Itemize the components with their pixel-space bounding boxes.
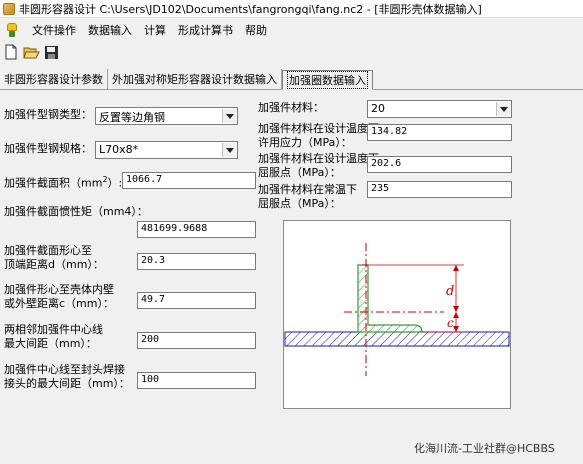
title-bar: 非圆形容器设计 C:\Users\JD102\Documents\fangron… bbox=[0, 0, 583, 18]
angle-section-drawing: d c bbox=[284, 243, 510, 376]
tab-stiffener-input[interactable]: 加强圈数据输入 bbox=[282, 70, 373, 90]
menu-calculate[interactable]: 计算 bbox=[138, 22, 172, 38]
menu-bar: 文件操作 数据输入 计算 形成计算书 帮助 bbox=[0, 19, 583, 40]
chevron-down-icon[interactable] bbox=[496, 102, 510, 116]
spacing-field[interactable]: 200 bbox=[137, 332, 256, 349]
material-select[interactable]: 20 bbox=[367, 100, 512, 118]
centroid-wall-field[interactable]: 49.7 bbox=[137, 292, 256, 309]
centroid-top-field[interactable]: 20.3 bbox=[137, 253, 256, 270]
new-file-icon[interactable] bbox=[2, 43, 20, 61]
window-title: 非圆形容器设计 C:\Users\JD102\Documents\fangron… bbox=[19, 2, 482, 16]
steel-type-select[interactable]: 反置等边角钢 bbox=[95, 107, 238, 125]
chevron-down-icon[interactable] bbox=[222, 143, 236, 157]
steel-spec-label: 加强件型钢规格： bbox=[4, 142, 92, 155]
menu-help[interactable]: 帮助 bbox=[239, 22, 273, 38]
menu-data-input[interactable]: 数据输入 bbox=[82, 22, 138, 38]
mdi-logo-icon[interactable] bbox=[4, 22, 20, 38]
dim-c-label: c bbox=[447, 316, 454, 330]
tab-rect-vessel-input[interactable]: 外加强对称矩形容器设计数据输入 bbox=[108, 69, 282, 89]
save-disk-icon[interactable] bbox=[42, 43, 60, 61]
spacing-label: 两相邻加强件中心线 最大间距（mm）： bbox=[4, 323, 103, 350]
tab-noncircular-params[interactable]: 非圆形容器设计参数 bbox=[0, 69, 108, 89]
watermark-text: 化海川流-工业社群@HCBBS bbox=[414, 442, 555, 455]
steel-spec-select[interactable]: L70x8* bbox=[95, 141, 238, 159]
yield-room-label: 加强件材料在常温下 屈服点（MPa）： bbox=[258, 183, 357, 210]
app-icon bbox=[3, 2, 15, 15]
menu-file[interactable]: 文件操作 bbox=[26, 22, 82, 38]
yield-design-label: 加强件材料在设计温度下 屈服点（MPa）： bbox=[258, 152, 379, 179]
inertia-label: 加强件截面惯性矩（mm4）： bbox=[4, 205, 148, 218]
yield-room-field[interactable]: 235 bbox=[367, 181, 512, 198]
area-field[interactable]: 1066.7 bbox=[122, 172, 256, 189]
area-label: 加强件截面积（mm2）: bbox=[4, 175, 123, 190]
yield-design-field[interactable]: 202.6 bbox=[367, 156, 512, 173]
inertia-field[interactable]: 481699.9688 bbox=[137, 221, 256, 238]
toolbar bbox=[0, 41, 583, 63]
weld-spacing-label: 加强件中心线至封头焊接 接头的最大间距（mm）： bbox=[4, 363, 130, 390]
weld-spacing-field[interactable]: 100 bbox=[137, 372, 256, 389]
chevron-down-icon[interactable] bbox=[222, 109, 236, 123]
open-folder-icon[interactable] bbox=[22, 43, 40, 61]
stiffener-diagram: d c bbox=[283, 220, 511, 409]
centroid-top-label: 加强件截面形心至 顶端距离d（mm）： bbox=[4, 244, 104, 271]
steel-type-label: 加强件型钢类型： bbox=[4, 108, 92, 121]
centroid-wall-label: 加强件形心至壳体内壁 或外壁距离c（mm）： bbox=[4, 283, 114, 310]
material-label: 加强件材料： bbox=[258, 101, 324, 114]
tab-strip: 非圆形容器设计参数 外加强对称矩形容器设计数据输入 加强圈数据输入 bbox=[0, 68, 583, 90]
dim-d-label: d bbox=[446, 284, 454, 299]
allow-stress-field[interactable]: 134.82 bbox=[367, 124, 512, 141]
allow-stress-label: 加强件材料在设计温度下 许用应力（MPa）： bbox=[258, 122, 379, 149]
menu-report[interactable]: 形成计算书 bbox=[172, 22, 239, 38]
